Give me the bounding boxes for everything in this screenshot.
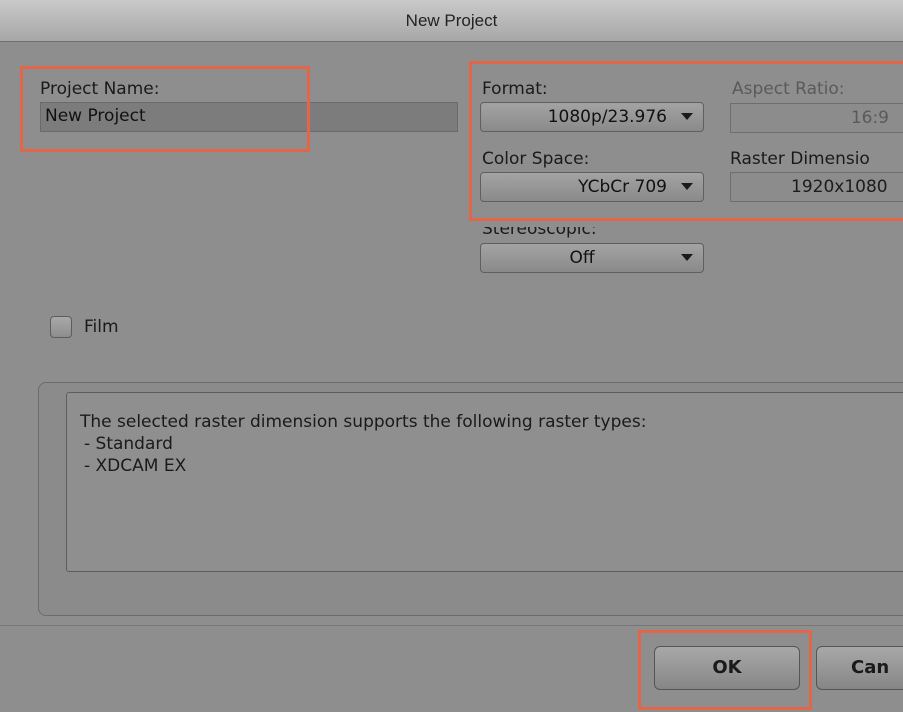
chevron-down-icon xyxy=(681,254,693,261)
cancel-button[interactable]: Can xyxy=(816,646,903,690)
info-line: The selected raster dimension supports t… xyxy=(80,412,647,432)
film-checkbox[interactable] xyxy=(50,316,72,338)
dialog-title: New Project xyxy=(405,11,498,30)
footer-divider xyxy=(0,625,903,626)
stereoscopic-label: Stereoscopic: xyxy=(482,219,597,239)
highlight-box-project-name xyxy=(20,66,310,152)
dialog-titlebar: New Project xyxy=(0,0,903,42)
highlight-box-format-settings xyxy=(469,61,903,221)
info-line: - Standard xyxy=(84,434,173,454)
info-line: - XDCAM EX xyxy=(84,456,187,476)
stereoscopic-value: Off xyxy=(569,248,595,268)
film-label[interactable]: Film xyxy=(84,317,119,337)
highlight-box-ok-button xyxy=(638,630,812,710)
stereoscopic-select[interactable]: Off xyxy=(480,243,704,273)
